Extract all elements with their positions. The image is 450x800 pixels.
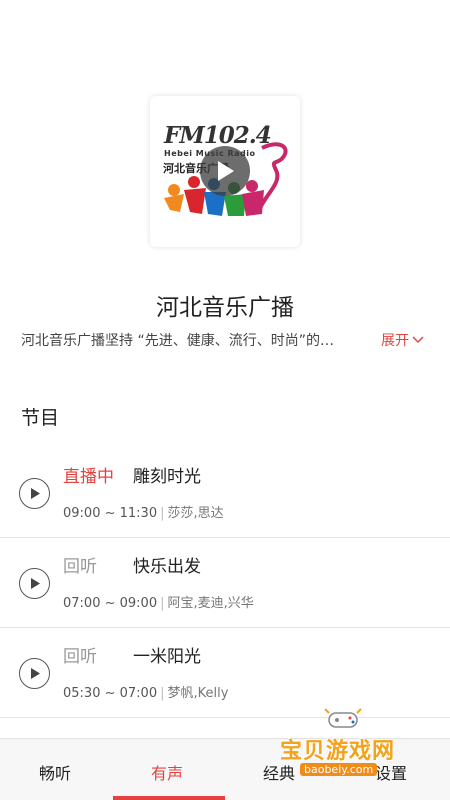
chevron-down-icon: [412, 336, 424, 344]
tab-yousheng[interactable]: 有声: [151, 760, 183, 784]
program-time: 05:30 ~ 07:00: [63, 686, 158, 701]
station-cover[interactable]: FM102.4 Hebei Music Radio 河北音乐广播: [150, 96, 300, 247]
play-icon: [30, 668, 40, 679]
program-hosts: 梦帆,Kelly: [167, 686, 229, 701]
program-time: 09:00 ~ 11:30: [63, 506, 158, 521]
play-icon: [218, 161, 234, 181]
watermark-url: baobeiy.com: [300, 763, 378, 776]
program-status: 直播中: [63, 467, 114, 487]
expand-button[interactable]: 展开: [381, 330, 424, 350]
program-play-button[interactable]: [19, 478, 50, 509]
active-tab-indicator: [113, 796, 225, 800]
program-meta: 09:00 ~ 11:30 | 莎莎,思达: [63, 506, 224, 521]
program-hosts: 阿宝,麦迪,兴华: [167, 596, 254, 611]
station-title: 河北音乐广播: [156, 295, 294, 321]
logo-fm-text: FM102.4: [164, 122, 272, 149]
program-play-button[interactable]: [19, 658, 50, 689]
program-time: 07:00 ~ 09:00: [63, 596, 158, 611]
gamepad-icon: [324, 708, 362, 728]
program-row[interactable]: 直播中 雕刻时光 09:00 ~ 11:30 | 莎莎,思达: [0, 448, 450, 538]
cover-play-button[interactable]: [200, 146, 250, 196]
station-description: 河北音乐广播坚持 “先进、健康、流行、时尚”的…: [21, 333, 334, 349]
program-status: 回听: [63, 557, 97, 577]
play-icon: [30, 578, 40, 589]
play-icon: [30, 488, 40, 499]
watermark-title: 宝贝游戏网: [280, 739, 396, 764]
section-title: 节目: [21, 407, 60, 429]
station-description-row: 河北音乐广播坚持 “先进、健康、流行、时尚”的… 展开: [21, 329, 431, 351]
program-hosts: 莎莎,思达: [167, 506, 224, 521]
program-name: 一米阳光: [133, 647, 201, 667]
program-meta: 05:30 ~ 07:00 | 梦帆,Kelly: [63, 686, 229, 701]
program-meta: 07:00 ~ 09:00 | 阿宝,麦迪,兴华: [63, 596, 254, 611]
program-name: 快乐出发: [133, 557, 201, 577]
program-status: 回听: [63, 647, 97, 667]
program-name: 雕刻时光: [133, 467, 201, 487]
tab-changting[interactable]: 畅听: [39, 760, 71, 784]
program-row[interactable]: 回听 快乐出发 07:00 ~ 09:00 | 阿宝,麦迪,兴华: [0, 538, 450, 628]
program-play-button[interactable]: [19, 568, 50, 599]
watermark: 宝贝游戏网 baobeiy.com: [273, 705, 423, 780]
expand-label: 展开: [381, 333, 409, 349]
